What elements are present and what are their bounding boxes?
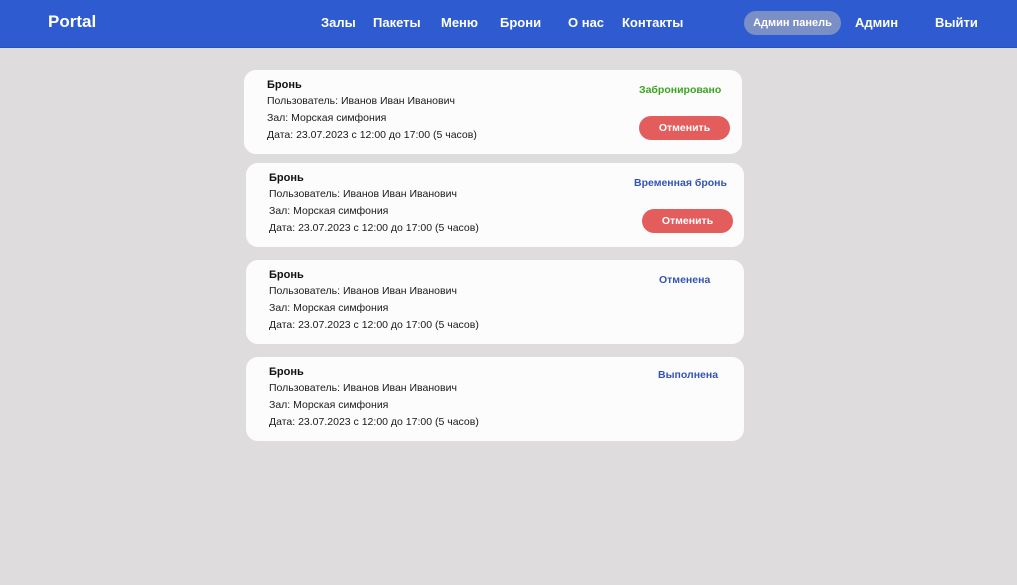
booking-title: Бронь bbox=[269, 366, 304, 378]
booking-date: Дата: 23.07.2023 с 12:00 до 17:00 (5 час… bbox=[269, 222, 479, 234]
brand-logo[interactable]: Portal bbox=[48, 12, 96, 32]
booking-date: Дата: 23.07.2023 с 12:00 до 17:00 (5 час… bbox=[269, 416, 479, 428]
nav-link-contacts[interactable]: Контакты bbox=[622, 15, 683, 30]
booking-status: Отменена bbox=[659, 274, 711, 286]
booking-user: Пользователь: Иванов Иван Иванович bbox=[269, 382, 457, 394]
booking-hall: Зал: Морская симфония bbox=[269, 399, 389, 411]
booking-user: Пользователь: Иванов Иван Иванович bbox=[269, 188, 457, 200]
booking-status: Временная бронь bbox=[634, 177, 727, 189]
nav-link-halls[interactable]: Залы bbox=[321, 15, 356, 30]
logout-link[interactable]: Выйти bbox=[935, 15, 978, 30]
nav-link-packages[interactable]: Пакеты bbox=[373, 15, 421, 30]
booking-card: Бронь Пользователь: Иванов Иван Иванович… bbox=[246, 357, 744, 441]
booking-card: Бронь Пользователь: Иванов Иван Иванович… bbox=[246, 260, 744, 344]
booking-status: Выполнена bbox=[658, 369, 719, 381]
booking-title: Бронь bbox=[267, 79, 302, 91]
admin-panel-button[interactable]: Админ панель bbox=[744, 11, 841, 35]
nav-link-about[interactable]: О нас bbox=[568, 15, 604, 30]
cancel-booking-button[interactable]: Отменить bbox=[642, 209, 733, 233]
admin-user-link[interactable]: Админ bbox=[855, 15, 898, 30]
nav-link-menu[interactable]: Меню bbox=[441, 15, 478, 30]
booking-status: Забронировано bbox=[639, 84, 722, 96]
booking-card: Бронь Пользователь: Иванов Иван Иванович… bbox=[246, 163, 744, 247]
booking-title: Бронь bbox=[269, 172, 304, 184]
booking-hall: Зал: Морская симфония bbox=[269, 302, 389, 314]
cancel-booking-button[interactable]: Отменить bbox=[639, 116, 730, 140]
nav-link-bookings[interactable]: Брони bbox=[500, 15, 541, 30]
top-navbar: Portal Залы Пакеты Меню Брони О нас Конт… bbox=[0, 0, 1017, 48]
booking-hall: Зал: Морская симфония bbox=[269, 205, 389, 217]
booking-hall: Зал: Морская симфония bbox=[267, 112, 387, 124]
booking-date: Дата: 23.07.2023 с 12:00 до 17:00 (5 час… bbox=[267, 129, 477, 141]
booking-card: Бронь Пользователь: Иванов Иван Иванович… bbox=[244, 70, 742, 154]
booking-title: Бронь bbox=[269, 269, 304, 281]
booking-date: Дата: 23.07.2023 с 12:00 до 17:00 (5 час… bbox=[269, 319, 479, 331]
booking-user: Пользователь: Иванов Иван Иванович bbox=[267, 95, 455, 107]
booking-user: Пользователь: Иванов Иван Иванович bbox=[269, 285, 457, 297]
